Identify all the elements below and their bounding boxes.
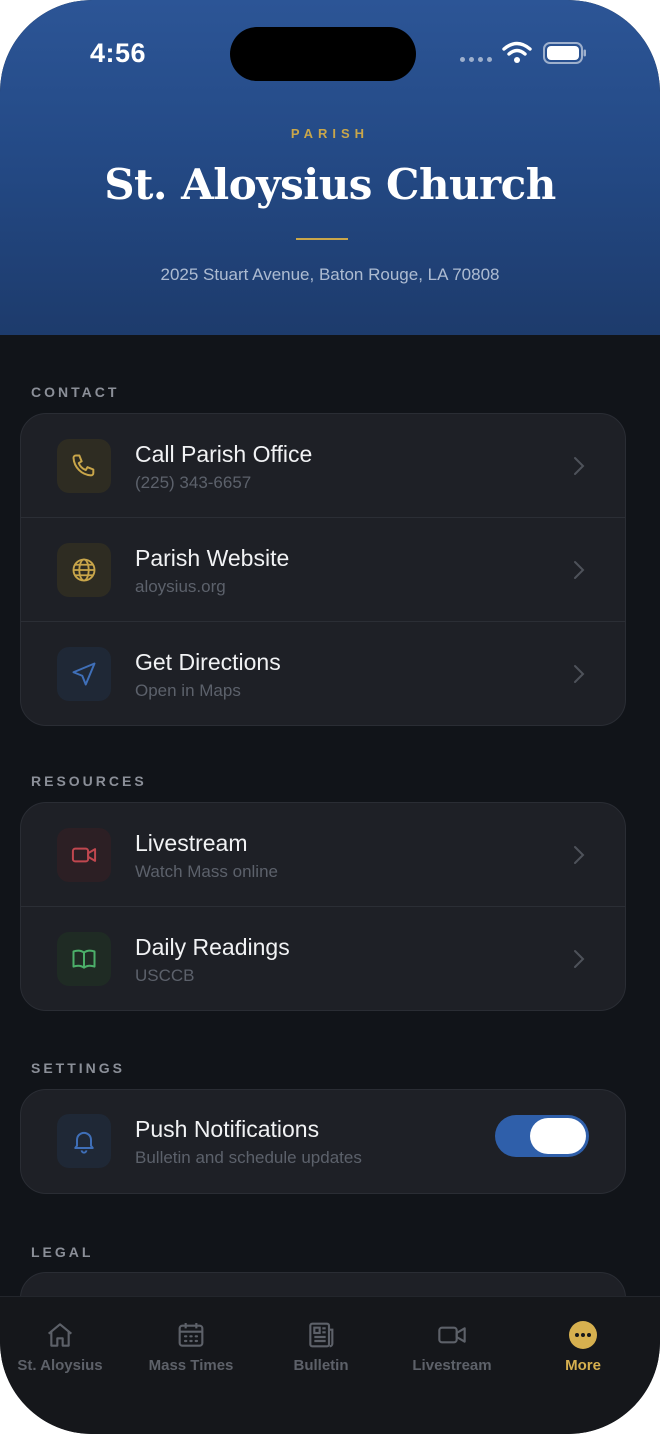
header-eyebrow: PARISH <box>290 126 370 141</box>
bell-icon <box>57 1114 111 1168</box>
call-parish-office-row[interactable]: Call Parish Office (225) 343-6657 <box>21 414 625 518</box>
wifi-icon <box>502 41 532 63</box>
row-subtitle: Open in Maps <box>135 681 241 700</box>
section-label-legal: LEGAL <box>31 1244 94 1260</box>
push-notifications-row: Push Notifications Bulletin and schedule… <box>21 1090 625 1193</box>
row-subtitle: Bulletin and schedule updates <box>135 1148 362 1167</box>
tab-mass-times[interactable]: Mass Times <box>126 1297 256 1397</box>
church-title: St. Aloysius Church <box>104 160 556 209</box>
get-directions-row[interactable]: Get Directions Open in Maps <box>21 622 625 725</box>
phone-icon <box>57 439 111 493</box>
tab-bar: St. Aloysius Mass Times Bulletin Livestr… <box>0 1296 660 1434</box>
resources-card: Livestream Watch Mass online Daily Readi… <box>20 802 626 1011</box>
daily-readings-row[interactable]: Daily Readings USCCB <box>21 907 625 1010</box>
row-title: Daily Readings <box>135 934 290 960</box>
title-divider <box>296 238 348 240</box>
section-label-contact: CONTACT <box>31 384 120 400</box>
globe-icon <box>57 543 111 597</box>
navigation-icon <box>57 647 111 701</box>
battery-icon <box>543 42 586 64</box>
signal-icon <box>460 57 492 62</box>
section-label-settings: SETTINGS <box>31 1060 126 1076</box>
tab-label: Bulletin <box>293 1357 349 1374</box>
tab-st-aloysius[interactable]: St. Aloysius <box>0 1297 125 1397</box>
row-subtitle: USCCB <box>135 966 195 985</box>
tab-label: Livestream <box>412 1357 492 1374</box>
row-title: Get Directions <box>135 649 281 675</box>
row-subtitle: aloysius.org <box>135 577 226 596</box>
toggle-knob <box>530 1118 586 1154</box>
tab-bulletin[interactable]: Bulletin <box>256 1297 386 1397</box>
parish-header: 4:56 PARISH St. Aloysius Church 2025 Stu… <box>0 0 660 335</box>
row-title: Push Notifications <box>135 1116 320 1142</box>
row-title: Livestream <box>135 830 248 856</box>
row-title: Parish Website <box>135 545 290 571</box>
home-icon <box>47 1323 73 1347</box>
chevron-right-icon <box>574 950 585 968</box>
settings-card: Push Notifications Bulletin and schedule… <box>20 1089 626 1194</box>
row-title: Call Parish Office <box>135 441 313 467</box>
chevron-right-icon <box>574 665 585 683</box>
chevron-right-icon <box>574 561 585 579</box>
tab-livestream[interactable]: Livestream <box>387 1297 517 1397</box>
contact-card: Call Parish Office (225) 343-6657 Parish… <box>20 413 626 726</box>
book-icon <box>57 932 111 986</box>
row-subtitle: (225) 343-6657 <box>135 473 252 492</box>
tab-label: St. Aloysius <box>17 1357 103 1374</box>
parish-website-row[interactable]: Parish Website aloysius.org <box>21 518 625 622</box>
tab-label: More <box>565 1357 601 1374</box>
calendar-icon <box>178 1323 204 1347</box>
dynamic-island <box>230 27 416 81</box>
phone-screen: 4:56 PARISH St. Aloysius Church 2025 Stu… <box>0 0 660 1434</box>
status-time: 4:56 <box>90 38 147 68</box>
push-notifications-toggle[interactable] <box>495 1115 589 1157</box>
church-address: 2025 Stuart Avenue, Baton Rouge, LA 7080… <box>160 265 500 284</box>
more-icon <box>569 1321 597 1349</box>
row-subtitle: Watch Mass online <box>135 862 278 881</box>
chevron-right-icon <box>574 457 585 475</box>
section-label-resources: RESOURCES <box>31 773 147 789</box>
tab-more[interactable]: More <box>518 1297 648 1397</box>
video-icon <box>438 1326 466 1344</box>
newspaper-icon <box>309 1322 334 1348</box>
livestream-row[interactable]: Livestream Watch Mass online <box>21 803 625 907</box>
chevron-right-icon <box>574 846 585 864</box>
tab-label: Mass Times <box>148 1357 234 1374</box>
video-icon <box>57 828 111 882</box>
